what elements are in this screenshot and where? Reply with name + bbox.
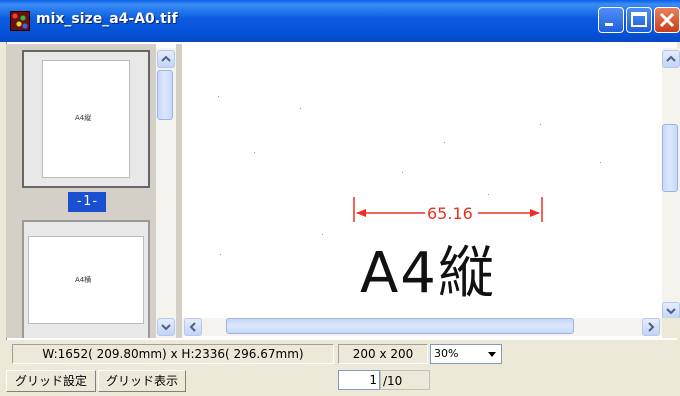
page-number-input[interactable]: 1 <box>338 370 380 390</box>
scan-speck <box>600 162 601 163</box>
thumbnail-page-2[interactable]: A4横 <box>22 220 150 338</box>
scan-speck <box>218 96 219 97</box>
app-icon <box>10 11 30 31</box>
scan-speck <box>220 254 221 255</box>
image-dimensions-field: W:1652( 209.80mm) x H:2336( 296.67mm) <box>12 344 334 364</box>
grid-display-button[interactable]: グリッド表示 <box>98 370 186 392</box>
scan-speck <box>444 142 445 143</box>
chevron-left-icon <box>189 322 196 332</box>
thumbnail-page-image: A4横 <box>28 236 144 324</box>
zoom-select[interactable]: 30% <box>430 344 502 364</box>
viewer-vertical-scrollbar[interactable] <box>662 48 680 320</box>
scroll-corner <box>662 318 680 338</box>
resolution-field: 200 x 200 <box>338 344 428 364</box>
maximize-icon <box>631 12 647 27</box>
scan-speck <box>254 152 255 153</box>
zoom-value: 30% <box>434 347 459 360</box>
thumbnail-page-1[interactable]: A4縦 <box>22 50 150 188</box>
page-content-text: A4縦 <box>360 241 496 306</box>
thumbnail-label: A4縦 <box>75 114 92 122</box>
app-window: mix_size_a4-A0.tif A4縦 A4横 -1- 65.16 A4縦… <box>0 0 680 396</box>
dropdown-arrow-icon[interactable] <box>485 347 499 361</box>
thumbnail-page-image: A4縦 <box>42 60 130 178</box>
scroll-right-button[interactable] <box>642 318 660 336</box>
window-title: mix_size_a4-A0.tif <box>36 11 178 27</box>
thumbnail-label: A4横 <box>75 276 92 284</box>
chevron-right-icon <box>648 322 655 332</box>
scroll-down-button[interactable] <box>157 318 175 336</box>
maximize-button[interactable] <box>626 7 652 33</box>
chevron-up-icon <box>666 55 676 62</box>
scan-speck <box>488 194 489 195</box>
scroll-up-button[interactable] <box>662 50 680 68</box>
viewer-horizontal-scrollbar[interactable] <box>182 318 662 336</box>
thumbnail-scrollbar[interactable] <box>156 48 176 338</box>
minimize-button[interactable] <box>598 7 624 33</box>
minimize-icon <box>605 23 613 26</box>
scan-speck <box>540 124 541 125</box>
scroll-up-button[interactable] <box>157 50 175 68</box>
measure-value: 65.16 <box>427 204 473 223</box>
scan-speck <box>322 234 323 235</box>
chevron-down-icon <box>666 308 676 315</box>
scroll-thumb[interactable] <box>662 124 678 192</box>
scroll-left-button[interactable] <box>184 318 202 336</box>
close-icon <box>659 12 675 28</box>
page-total: /10 <box>380 370 430 390</box>
chevron-down-icon <box>161 324 171 331</box>
chevron-up-icon <box>161 55 171 62</box>
scroll-thumb[interactable] <box>226 318 574 334</box>
scan-speck <box>300 108 301 109</box>
thumbnail-pane[interactable]: A4縦 A4横 <box>6 44 156 338</box>
scroll-thumb[interactable] <box>157 70 173 120</box>
title-bar[interactable]: mix_size_a4-A0.tif <box>0 0 680 42</box>
page-number-badge: -1- <box>68 192 106 212</box>
close-button[interactable] <box>654 7 680 33</box>
scan-speck <box>402 172 403 173</box>
grid-settings-button[interactable]: グリッド設定 <box>6 370 96 392</box>
